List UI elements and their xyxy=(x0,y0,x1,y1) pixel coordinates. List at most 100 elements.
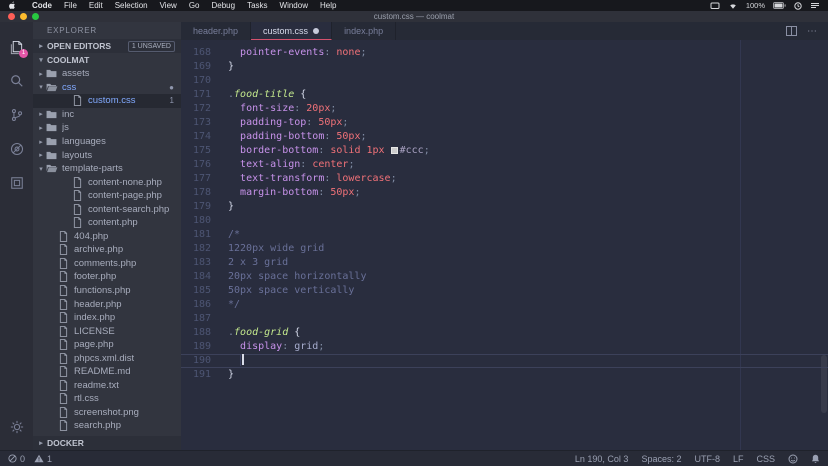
tree-item-page-php[interactable]: page.php xyxy=(33,338,181,352)
tree-item-label: screenshot.png xyxy=(74,407,139,418)
folder-closed-icon xyxy=(45,123,58,132)
tree-item-readme-txt[interactable]: readme.txt xyxy=(33,379,181,393)
code-editor[interactable]: 168 pointer-events: none;169}170 171.foo… xyxy=(181,40,828,450)
tree-item-inc[interactable]: ▸inc xyxy=(33,108,181,122)
menu-item-tasks[interactable]: Tasks xyxy=(241,1,273,10)
feedback-smiley-icon[interactable] xyxy=(788,454,798,464)
folder-closed-icon xyxy=(45,151,58,160)
tree-item-readme-md[interactable]: README.md xyxy=(33,365,181,379)
tree-item-content-php[interactable]: content.php xyxy=(33,216,181,230)
debug-icon[interactable] xyxy=(0,132,33,166)
code-line-183: 1832 x 3 grid xyxy=(181,256,828,270)
language-mode-indicator[interactable]: CSS xyxy=(756,454,775,464)
control-center-icon[interactable] xyxy=(810,2,820,9)
wifi-icon[interactable] xyxy=(728,2,738,10)
explorer-icon[interactable]: 1 xyxy=(0,30,33,64)
tab-header-php[interactable]: header.php xyxy=(181,22,251,40)
tree-item-archive-php[interactable]: archive.php xyxy=(33,243,181,257)
tree-item-header-php[interactable]: header.php xyxy=(33,297,181,311)
menu-item-help[interactable]: Help xyxy=(314,1,342,10)
notifications-bell-icon[interactable] xyxy=(811,454,820,464)
explorer-sidebar: EXPLORER ▸ OPEN EDITORS 1 UNSAVED ▾ COOL… xyxy=(33,22,181,450)
code-line-text: */ xyxy=(211,298,240,312)
tree-item-template-parts[interactable]: ▾template-parts xyxy=(33,162,181,176)
activity-bar: 1 xyxy=(0,22,33,450)
menu-item-code[interactable]: Code xyxy=(26,1,58,10)
tree-item-custom-css[interactable]: custom.css1 xyxy=(33,94,181,108)
root-folder-section[interactable]: ▾ COOLMAT xyxy=(33,53,181,67)
extensions-icon[interactable] xyxy=(0,166,33,200)
settings-gear-icon[interactable] xyxy=(0,410,33,444)
tree-item-404-php[interactable]: 404.php xyxy=(33,230,181,244)
tree-item-screenshot-png[interactable]: screenshot.png xyxy=(33,406,181,420)
close-window-button[interactable] xyxy=(8,13,15,20)
encoding-indicator[interactable]: UTF-8 xyxy=(694,454,720,464)
menu-item-go[interactable]: Go xyxy=(183,1,206,10)
menu-item-debug[interactable]: Debug xyxy=(205,1,241,10)
eol-indicator[interactable]: LF xyxy=(733,454,744,464)
tree-item-layouts[interactable]: ▸layouts xyxy=(33,148,181,162)
apple-menu-icon[interactable] xyxy=(8,1,16,10)
menu-item-file[interactable]: File xyxy=(58,1,83,10)
line-number: 175 xyxy=(181,144,211,158)
minimize-window-button[interactable] xyxy=(20,13,27,20)
clock-icon[interactable] xyxy=(794,2,802,10)
tree-item-content-page-php[interactable]: content-page.php xyxy=(33,189,181,203)
code-line-169: 169} xyxy=(181,60,828,74)
more-actions-icon[interactable]: ⋯ xyxy=(807,26,818,37)
window-title: custom.css — coolmat xyxy=(374,12,454,21)
display-icon[interactable] xyxy=(710,2,720,10)
source-control-icon[interactable] xyxy=(0,98,33,132)
tree-item-label: inc xyxy=(62,109,74,120)
chevron-right-icon: ▸ xyxy=(37,151,45,159)
errors-indicator[interactable]: 0 xyxy=(8,454,25,464)
file-icon xyxy=(57,231,70,242)
warnings-indicator[interactable]: 1 xyxy=(34,454,52,464)
tree-item-comments-php[interactable]: comments.php xyxy=(33,257,181,271)
tree-item-license[interactable]: LICENSE xyxy=(33,324,181,338)
tree-item-label: content-none.php xyxy=(88,177,162,188)
color-swatch xyxy=(391,147,398,154)
tree-item-search-php[interactable]: search.php xyxy=(33,419,181,433)
split-editor-icon[interactable] xyxy=(786,26,797,36)
menu-item-view[interactable]: View xyxy=(154,1,183,10)
window-titlebar[interactable]: custom.css — coolmat xyxy=(0,11,828,22)
tree-item-rtl-css[interactable]: rtl.css xyxy=(33,392,181,406)
unsaved-dot-icon[interactable] xyxy=(313,28,319,34)
tree-item-label: custom.css xyxy=(88,95,136,106)
docker-section[interactable]: ▸ DOCKER xyxy=(33,436,181,450)
cursor-position-indicator[interactable]: Ln 190, Col 3 xyxy=(575,454,629,464)
code-line-text: 2 x 3 grid xyxy=(211,256,288,270)
file-icon xyxy=(71,204,84,215)
menu-items: CodeFileEditSelectionViewGoDebugTasksWin… xyxy=(26,1,342,10)
tree-item-functions-php[interactable]: functions.php xyxy=(33,284,181,298)
tree-item-phpcs-xml-dist[interactable]: phpcs.xml.dist xyxy=(33,351,181,365)
tree-item-label: search.php xyxy=(74,420,121,431)
code-line-text: } xyxy=(211,368,234,382)
file-tree: ▸assets▾css●custom.css1▸inc▸js▸languages… xyxy=(33,67,181,436)
tree-item-content-none-php[interactable]: content-none.php xyxy=(33,175,181,189)
tree-item-css[interactable]: ▾css● xyxy=(33,81,181,95)
docker-label: DOCKER xyxy=(47,438,84,448)
tree-item-assets[interactable]: ▸assets xyxy=(33,67,181,81)
tree-item-js[interactable]: ▸js xyxy=(33,121,181,135)
menu-item-selection[interactable]: Selection xyxy=(109,1,154,10)
zoom-window-button[interactable] xyxy=(32,13,39,20)
tree-item-index-php[interactable]: index.php xyxy=(33,311,181,325)
file-icon xyxy=(71,95,84,106)
code-line-189: 189 display: grid; xyxy=(181,340,828,354)
menu-item-edit[interactable]: Edit xyxy=(83,1,109,10)
menu-item-window[interactable]: Window xyxy=(274,1,314,10)
tab-index-php[interactable]: index.php xyxy=(332,22,396,40)
open-editors-section[interactable]: ▸ OPEN EDITORS 1 UNSAVED xyxy=(33,39,181,53)
file-icon xyxy=(57,339,70,350)
tree-item-footer-php[interactable]: footer.php xyxy=(33,270,181,284)
tab-custom-css[interactable]: custom.css xyxy=(251,22,332,40)
indentation-indicator[interactable]: Spaces: 2 xyxy=(641,454,681,464)
tree-item-label: page.php xyxy=(74,339,114,350)
tree-item-content-search-php[interactable]: content-search.php xyxy=(33,202,181,216)
traffic-lights xyxy=(8,11,39,22)
tree-item-languages[interactable]: ▸languages xyxy=(33,135,181,149)
search-icon[interactable] xyxy=(0,64,33,98)
file-icon xyxy=(57,285,70,296)
